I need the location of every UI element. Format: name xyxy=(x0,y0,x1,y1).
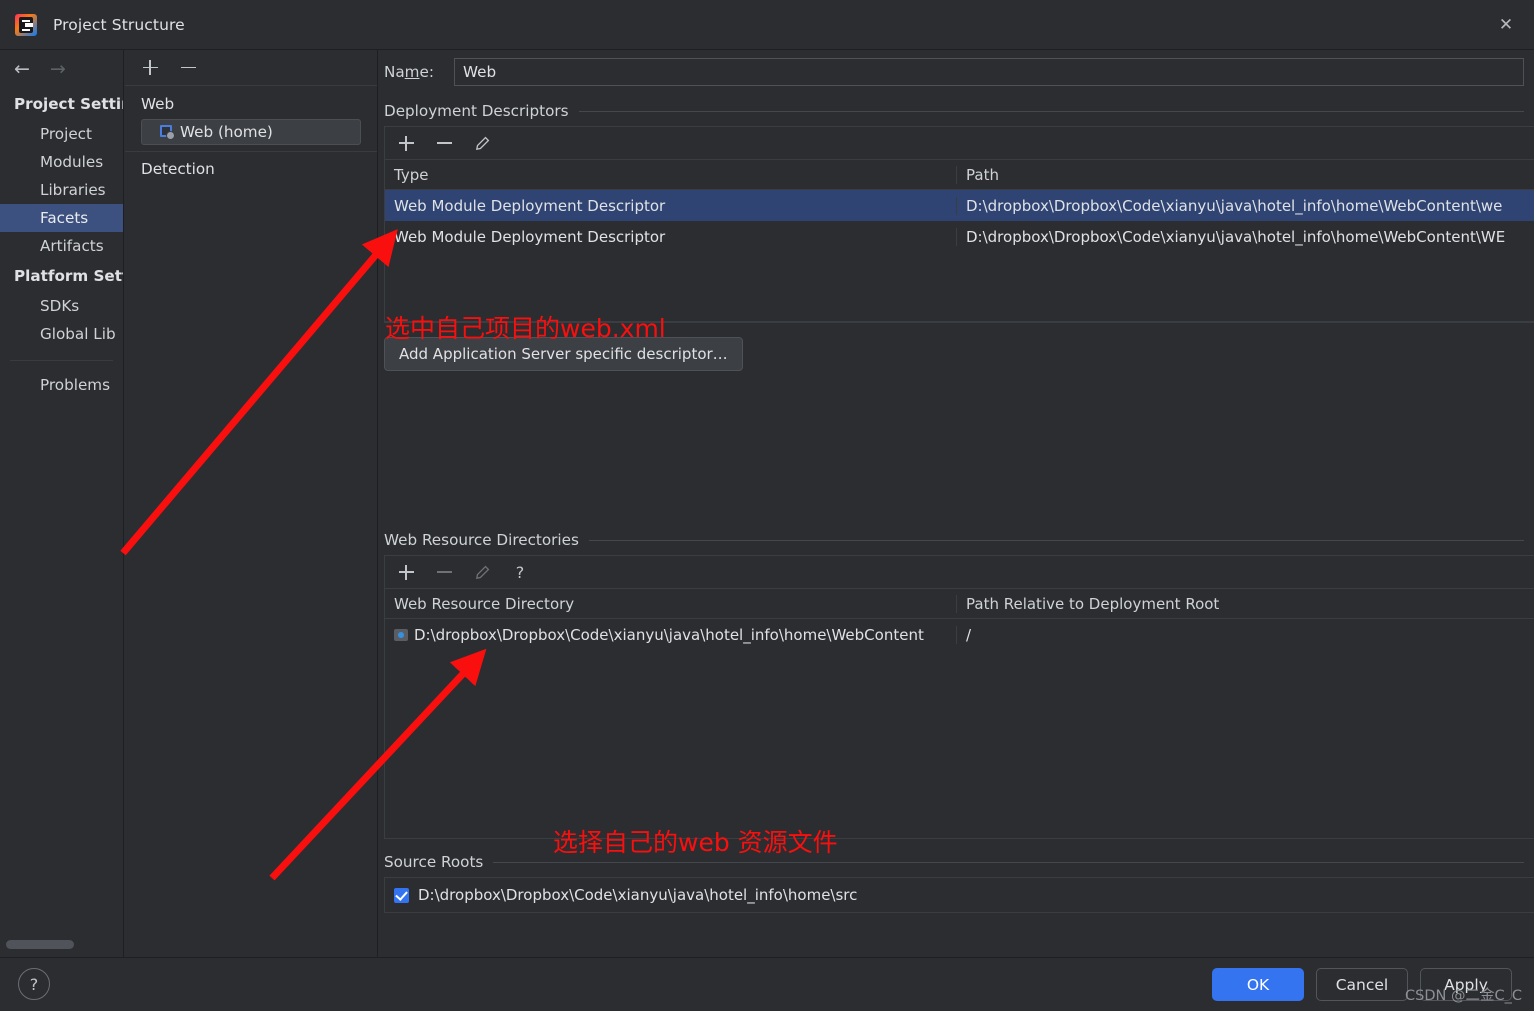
facet-tree-detection[interactable]: Detection xyxy=(125,152,377,184)
cell-type: Web Module Deployment Descriptor xyxy=(394,196,666,215)
ok-button[interactable]: OK xyxy=(1212,968,1304,1001)
web-resource-directories-header-row: Web Resource Directory Path Relative to … xyxy=(385,589,1534,619)
section-rule xyxy=(588,539,1524,541)
sidebar-item-problems[interactable]: Problems xyxy=(0,371,123,399)
web-facet-icon xyxy=(160,124,175,140)
cell-type: Web Module Deployment Descriptor xyxy=(394,227,666,246)
column-header-path: Path xyxy=(956,165,1534,184)
deployment-descriptors-title: Deployment Descriptors xyxy=(384,102,569,120)
deployment-descriptors-empty-area xyxy=(385,252,1534,322)
column-header-relative-path: Path Relative to Deployment Root xyxy=(956,594,1534,613)
column-header-web-resource-directory: Web Resource Directory xyxy=(394,594,575,613)
web-resource-directories-empty-area xyxy=(385,650,1534,838)
web-resource-directories-toolbar: ? xyxy=(385,556,1534,589)
minus-icon[interactable] xyxy=(175,55,201,81)
cell-path: D:\dropbox\Dropbox\Code\xianyu\java\hote… xyxy=(956,196,1534,215)
close-icon[interactable]: ✕ xyxy=(1486,8,1526,42)
table-row[interactable]: Web Module Deployment Descriptor D:\drop… xyxy=(385,221,1534,252)
facet-editor-panel: Name: Deployment Descriptors Type Path W xyxy=(379,50,1534,957)
settings-sidebar: ← → Project Settir Project Modules Libra… xyxy=(0,50,124,957)
plus-icon[interactable] xyxy=(393,559,419,585)
sidebar-item-facets[interactable]: Facets xyxy=(0,204,123,232)
help-icon[interactable]: ? xyxy=(18,968,50,1000)
title-bar: Project Structure ✕ xyxy=(0,0,1534,50)
facet-tree-root-web: Web xyxy=(141,95,175,113)
window-title: Project Structure xyxy=(53,15,185,34)
sidebar-item-global-libraries[interactable]: Global Lib xyxy=(0,320,123,348)
add-application-server-descriptor-button[interactable]: Add Application Server specific descript… xyxy=(384,337,743,371)
sidebar-item-sdks[interactable]: SDKs xyxy=(0,292,123,320)
facet-name-row: Name: xyxy=(379,50,1534,94)
source-root-path: D:\dropbox\Dropbox\Code\xianyu\java\hote… xyxy=(418,886,858,904)
pencil-icon[interactable] xyxy=(469,559,495,585)
table-row[interactable]: D:\dropbox\Dropbox\Code\xianyu\java\hote… xyxy=(385,619,1534,650)
web-resource-directories-title: Web Resource Directories xyxy=(384,531,579,549)
plus-icon[interactable] xyxy=(137,55,163,81)
deployment-descriptors-header: Deployment Descriptors xyxy=(384,102,1524,120)
web-resource-directories-header: Web Resource Directories xyxy=(384,531,1524,549)
list-item[interactable]: D:\dropbox\Dropbox\Code\xianyu\java\hote… xyxy=(385,878,1534,912)
sidebar-item-project[interactable]: Project xyxy=(0,120,123,148)
facet-tree-item-web-home[interactable]: Web (home) xyxy=(141,119,361,145)
sidebar-group-project-settings: Project Settir xyxy=(14,95,124,113)
section-rule xyxy=(578,110,1524,112)
source-roots-table: D:\dropbox\Dropbox\Code\xianyu\java\hote… xyxy=(384,877,1534,913)
source-roots-title: Source Roots xyxy=(384,853,484,871)
web-resource-directories-table: ? Web Resource Directory Path Relative t… xyxy=(384,555,1534,839)
sidebar-item-libraries[interactable]: Libraries xyxy=(0,176,123,204)
source-root-checkbox[interactable] xyxy=(394,887,409,903)
cell-relative-path: / xyxy=(956,625,1534,644)
deployment-descriptors-table: Type Path Web Module Deployment Descript… xyxy=(384,126,1534,323)
section-rule xyxy=(493,861,1524,863)
arrow-left-icon[interactable]: ← xyxy=(14,59,30,79)
arrow-right-icon[interactable]: → xyxy=(50,59,66,79)
minus-icon[interactable] xyxy=(431,130,457,156)
project-structure-dialog: Project Structure ✕ ← → Project Settir P… xyxy=(0,0,1534,1011)
minus-icon[interactable] xyxy=(431,559,457,585)
column-header-type: Type xyxy=(394,165,429,184)
pencil-icon[interactable] xyxy=(469,130,495,156)
facets-toolbar xyxy=(125,50,377,86)
facet-tree-item-label: Web (home) xyxy=(180,123,273,141)
table-row[interactable]: Web Module Deployment Descriptor D:\drop… xyxy=(385,190,1534,221)
folder-icon xyxy=(394,628,408,641)
cell-directory-text: D:\dropbox\Dropbox\Code\xianyu\java\hote… xyxy=(414,625,924,644)
help-icon[interactable]: ? xyxy=(507,559,533,585)
source-roots-header: Source Roots xyxy=(384,853,1524,871)
sidebar-divider xyxy=(10,360,113,361)
facet-name-label: Name: xyxy=(384,63,434,81)
cell-web-resource-directory: D:\dropbox\Dropbox\Code\xianyu\java\hote… xyxy=(385,626,956,644)
plus-icon[interactable] xyxy=(393,130,419,156)
sidebar-group-platform-settings: Platform Sett xyxy=(14,267,124,285)
cancel-button[interactable]: Cancel xyxy=(1316,968,1408,1001)
sidebar-item-modules[interactable]: Modules xyxy=(0,148,123,176)
sidebar-horizontal-scrollbar[interactable] xyxy=(6,940,74,949)
apply-button[interactable]: Apply xyxy=(1420,968,1512,1001)
deployment-descriptors-toolbar xyxy=(385,127,1534,160)
intellij-idea-logo-icon xyxy=(15,13,37,36)
facet-name-input[interactable] xyxy=(454,58,1524,86)
dialog-buttons: OK Cancel Apply xyxy=(1212,968,1512,1001)
dialog-footer: ? OK Cancel Apply CSDN @二金C_C xyxy=(0,957,1534,1011)
facets-tree-panel: Web Web (home) Detection xyxy=(125,50,378,957)
navigation-buttons: ← → xyxy=(0,50,123,88)
sidebar-item-artifacts[interactable]: Artifacts xyxy=(0,232,123,260)
deployment-descriptors-header-row: Type Path xyxy=(385,160,1534,190)
cell-path: D:\dropbox\Dropbox\Code\xianyu\java\hote… xyxy=(956,227,1534,246)
